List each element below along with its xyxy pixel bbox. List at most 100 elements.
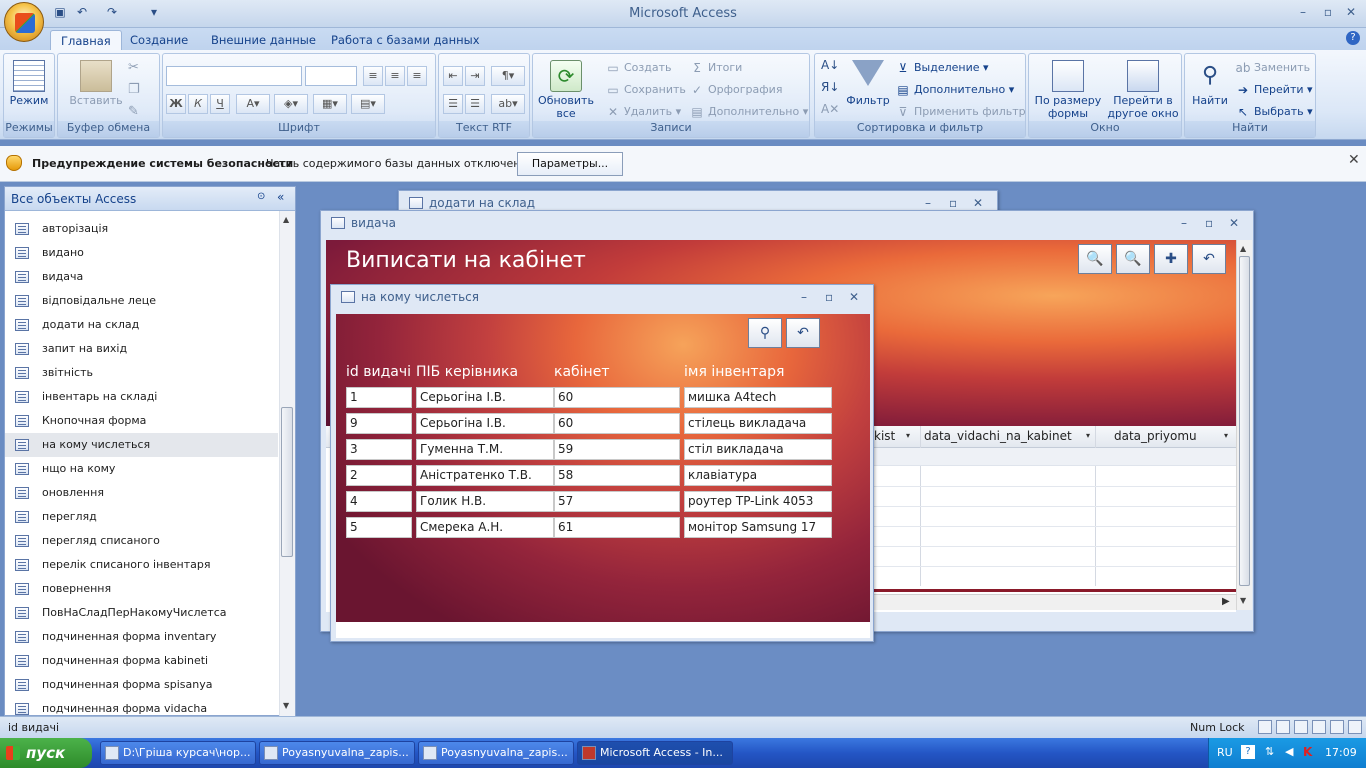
nav-item[interactable]: перелік списаного інвентаря xyxy=(5,553,278,577)
record-field[interactable]: 60 xyxy=(554,387,680,408)
collapse-pane-icon[interactable]: « xyxy=(277,190,284,204)
scroll-down-icon[interactable]: ▼ xyxy=(1240,596,1246,605)
print-button[interactable]: 🔍 xyxy=(1116,244,1150,274)
gridlines-icon[interactable]: ▦▾ xyxy=(313,94,347,114)
close-icon[interactable]: ✕ xyxy=(1342,5,1360,21)
print-preview-button[interactable]: 🔍 xyxy=(1078,244,1112,274)
decrease-indent-icon[interactable]: ⇤ xyxy=(443,66,463,86)
new-record-button[interactable]: ✚ xyxy=(1154,244,1188,274)
nav-header[interactable]: Все объекты Access ⊙ « xyxy=(5,187,295,211)
paragraph-direction-icon[interactable]: ¶▾ xyxy=(491,66,525,86)
nav-item[interactable]: подчиненная форма kabineti xyxy=(5,649,278,673)
nav-item[interactable]: подчиненная форма spisanya xyxy=(5,673,278,697)
minimize-icon[interactable]: – xyxy=(1181,211,1187,235)
close-icon[interactable]: ✕ xyxy=(849,285,859,309)
binoculars-button[interactable]: ⚲ xyxy=(748,318,782,348)
view-button[interactable]: Режим xyxy=(6,60,52,107)
volume-icon[interactable]: ◀ xyxy=(1285,745,1293,758)
goto-button[interactable]: ➔ Перейти ▾ xyxy=(1235,80,1313,100)
record-field[interactable]: стіл викладача xyxy=(684,439,832,460)
close-icon[interactable]: ✕ xyxy=(1229,211,1239,235)
sort-asc-icon[interactable]: A↓ xyxy=(821,58,839,72)
record-field[interactable]: стілець викладача xyxy=(684,413,832,434)
alt-fill-icon[interactable]: ▤▾ xyxy=(351,94,385,114)
record-field[interactable]: Смерека А.Н. xyxy=(416,517,554,538)
maximize-icon[interactable]: ▫ xyxy=(825,285,833,309)
toggle-filter-button[interactable]: ⊽ Применить фильтр xyxy=(895,102,1026,122)
bullets-icon[interactable]: ☰ xyxy=(465,94,485,114)
form-view-icon[interactable] xyxy=(1258,720,1272,734)
task-word-1[interactable]: Poyasnyuvalna_zapis... xyxy=(259,741,415,765)
record-field[interactable]: 57 xyxy=(554,491,680,512)
tab-database-tools[interactable]: Работа с базами данных xyxy=(321,30,490,50)
design-view-icon[interactable] xyxy=(1348,720,1362,734)
save-record-button[interactable]: ▭ Сохранить xyxy=(605,80,686,100)
fill-color-icon[interactable]: ◈▾ xyxy=(274,94,308,114)
new-record-button[interactable]: ▭ Создать xyxy=(605,58,671,78)
record-field[interactable]: монітор Samsung 17 xyxy=(684,517,832,538)
chevron-down-icon[interactable]: ▾ xyxy=(906,431,910,440)
spelling-button[interactable]: ✓ Орфография xyxy=(689,80,782,100)
align-left-icon[interactable]: ≡ xyxy=(363,66,383,86)
network-icon[interactable]: ⇅ xyxy=(1265,745,1274,758)
nav-scrollbar[interactable]: ▲ ▼ xyxy=(279,211,295,716)
nav-item[interactable]: видано xyxy=(5,241,278,265)
record-field[interactable]: Серьогіна І.В. xyxy=(416,413,554,434)
nav-item[interactable]: нщо на кому xyxy=(5,457,278,481)
form-window-na-komu-chyslytsia[interactable]: на кому числеться – ▫ ✕ ⚲ ↶ id видачі ПІБ… xyxy=(330,284,874,642)
nav-item[interactable]: інвентарь на складі xyxy=(5,385,278,409)
scroll-right-icon[interactable]: ▶ xyxy=(1222,596,1230,607)
undo-icon[interactable]: ↶ xyxy=(74,5,90,21)
nav-item[interactable]: Кнопочная форма xyxy=(5,409,278,433)
nav-item[interactable]: ПовНаСладПерНакомуЧислетса xyxy=(5,601,278,625)
filter-button[interactable]: Фильтр xyxy=(845,60,891,107)
chevron-down-icon[interactable]: ⊙ xyxy=(257,191,265,202)
record-field[interactable]: 9 xyxy=(346,413,412,434)
task-access[interactable]: Microsoft Access - In... xyxy=(577,741,733,765)
scroll-thumb[interactable] xyxy=(1239,256,1250,586)
horizontal-scrollbar[interactable]: ▶ xyxy=(874,594,1236,610)
minimize-icon[interactable]: – xyxy=(801,285,807,309)
chevron-down-icon[interactable]: ▾ xyxy=(1224,431,1228,440)
tab-create[interactable]: Создание xyxy=(120,30,198,50)
bold-icon[interactable]: Ж xyxy=(166,94,186,114)
tab-home[interactable]: Главная xyxy=(50,30,122,50)
record-field[interactable]: мишка A4tech xyxy=(684,387,832,408)
underline-icon[interactable]: Ч xyxy=(210,94,230,114)
numbering-icon[interactable]: ☰ xyxy=(443,94,463,114)
scroll-up-icon[interactable]: ▲ xyxy=(283,215,289,224)
maximize-icon[interactable]: ▫ xyxy=(1205,211,1213,235)
undo-button[interactable]: ↶ xyxy=(1192,244,1226,274)
record-field[interactable]: Аністратенко Т.В. xyxy=(416,465,554,486)
nav-item[interactable]: перегляд списаного xyxy=(5,529,278,553)
nav-item[interactable]: звітність xyxy=(5,361,278,385)
pivot-table-icon[interactable] xyxy=(1294,720,1308,734)
selection-button[interactable]: ⊻ Выделение ▾ xyxy=(895,58,989,78)
nav-item[interactable]: додати на склад xyxy=(5,313,278,337)
antivirus-icon[interactable]: K xyxy=(1303,745,1312,759)
font-name-combo[interactable] xyxy=(166,66,302,86)
qat-customize-icon[interactable]: ▾ xyxy=(146,5,162,21)
col-data-priyomu[interactable]: data_priyomu xyxy=(1114,429,1197,443)
datasheet-row[interactable] xyxy=(874,448,1236,466)
nav-item[interactable]: видача xyxy=(5,265,278,289)
record-field[interactable]: 59 xyxy=(554,439,680,460)
record-field[interactable]: Гуменна Т.М. xyxy=(416,439,554,460)
paste-button[interactable]: Вставить xyxy=(66,60,126,107)
nav-item[interactable]: подчиненная форма vidacha xyxy=(5,697,278,715)
advanced-filter-button[interactable]: ▤ Дополнительно ▾ xyxy=(895,80,1014,100)
undo-button[interactable]: ↶ xyxy=(786,318,820,348)
start-button[interactable]: пуск xyxy=(0,738,92,768)
record-field[interactable]: 3 xyxy=(346,439,412,460)
italic-icon[interactable]: К xyxy=(188,94,208,114)
nav-item[interactable]: подчиненная форма inventary xyxy=(5,625,278,649)
scroll-down-icon[interactable]: ▼ xyxy=(283,701,289,710)
nav-scroll-thumb[interactable] xyxy=(281,407,293,557)
record-field[interactable]: роутер TP-Link 4053 xyxy=(684,491,832,512)
select-button[interactable]: ↖ Выбрать ▾ xyxy=(1235,102,1313,122)
office-button[interactable] xyxy=(4,2,44,42)
highlight-icon[interactable]: ab▾ xyxy=(491,94,525,114)
vertical-scrollbar[interactable]: ▲ ▼ xyxy=(1236,240,1252,610)
col-data-vidachi[interactable]: data_vidachi_na_kabinet xyxy=(924,429,1072,443)
task-explorer[interactable]: D:\Гріша курсач\нор... xyxy=(100,741,256,765)
